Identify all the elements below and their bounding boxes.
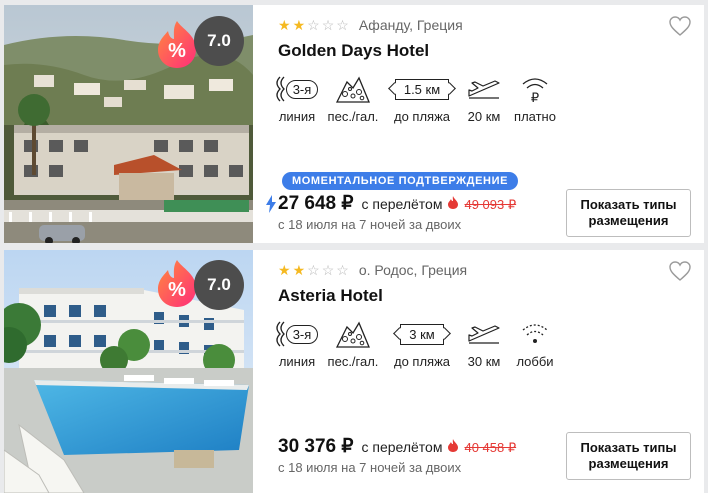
- amenity-line: 3-я линия: [274, 73, 320, 124]
- line-value: 3-я: [285, 324, 319, 344]
- amenity-label: лобби: [516, 354, 554, 369]
- lightning-icon: [266, 195, 276, 213]
- line-value: 3-я: [285, 79, 319, 99]
- beach-distance-value: 1.5 км: [394, 78, 450, 100]
- airplane-icon: [468, 325, 500, 344]
- heart-outline-icon[interactable]: [668, 15, 692, 37]
- beach-distance-value: 3 км: [400, 323, 444, 345]
- star-rating: ★ ★ ☆ ☆ ☆ Афанду, Греция: [278, 17, 463, 33]
- star-full-icon: ★: [278, 262, 291, 278]
- amenity-beach-distance: 1.5 км до пляжа: [386, 73, 458, 124]
- amenity-label: пес./гал.: [327, 109, 379, 124]
- price-row: 30 376 ₽ с перелётом 40 458 ₽: [278, 435, 516, 458]
- amenity-beach-distance: 3 км до пляжа: [386, 318, 458, 369]
- fire-icon: [448, 196, 459, 209]
- instant-confirmation-badge: МОМЕНТАЛЬНОЕ ПОДТВЕРЖДЕНИЕ: [282, 172, 519, 190]
- hotel-location: Афанду, Греция: [358, 17, 463, 33]
- waves-line-icon: [276, 321, 285, 347]
- star-empty-icon: ☆: [307, 262, 320, 278]
- waves-line-icon: [276, 76, 285, 102]
- star-full-icon: ★: [278, 17, 291, 33]
- amenity-wifi: ₽ платно: [510, 73, 560, 124]
- wifi-icon: [522, 324, 548, 343]
- amenity-airport: 20 км: [458, 73, 510, 124]
- star-full-icon: ★: [292, 262, 306, 278]
- pebbles-icon: [335, 76, 370, 103]
- airplane-icon: [468, 80, 500, 99]
- hotel-name[interactable]: Asteria Hotel: [278, 286, 383, 306]
- price-row: 27 648 ₽ с перелётом 49 093 ₽: [266, 192, 517, 215]
- svg-text:%: %: [168, 279, 186, 301]
- hotel-location: о. Родос, Греция: [358, 262, 468, 278]
- hotel-card[interactable]: % 7.0 ★ ★ ☆ ☆ ☆ Афанду, Греция Golden Da…: [4, 5, 704, 243]
- star-empty-icon: ☆: [336, 17, 349, 33]
- rating-badge: 7.0: [194, 260, 244, 310]
- amenity-label: платно: [514, 109, 556, 124]
- heart-outline-icon[interactable]: [668, 260, 692, 282]
- show-room-types-button[interactable]: Показать типы размещения: [566, 189, 691, 237]
- old-price: 49 093 ₽: [464, 197, 517, 212]
- hotel-card[interactable]: % 7.0 ★ ★ ☆ ☆ ☆ о. Родос, Греция Asteria…: [4, 250, 704, 493]
- amenity-label: линия: [278, 354, 316, 369]
- old-price: 40 458 ₽: [464, 440, 517, 455]
- amenity-label: до пляжа: [393, 354, 451, 369]
- amenity-beach-type: пес./гал.: [320, 318, 386, 369]
- star-empty-icon: ☆: [321, 262, 335, 278]
- show-room-types-button[interactable]: Показать типы размещения: [566, 432, 691, 480]
- svg-text:₽: ₽: [531, 90, 539, 103]
- trip-dates: с 18 июля на 7 ночей за двоих: [278, 460, 462, 475]
- rating-badge: 7.0: [194, 16, 244, 66]
- star-empty-icon: ☆: [307, 17, 320, 33]
- star-full-icon: ★: [292, 17, 306, 33]
- wifi-ruble-icon: ₽: [522, 78, 548, 103]
- amenity-label: 20 км: [467, 109, 501, 124]
- amenity-label: линия: [278, 109, 316, 124]
- star-empty-icon: ☆: [321, 17, 335, 33]
- star-empty-icon: ☆: [336, 262, 349, 278]
- hotel-info: ★ ★ ☆ ☆ ☆ о. Родос, Греция Asteria Hotel…: [274, 250, 704, 493]
- fire-icon: [448, 439, 459, 452]
- star-rating: ★ ★ ☆ ☆ ☆ о. Родос, Греция: [278, 262, 467, 278]
- svg-text:%: %: [168, 40, 186, 62]
- amenities-row: 3-я линия пес./гал. 3 км до пляжа 30 км …: [274, 318, 560, 369]
- amenity-airport: 30 км: [458, 318, 510, 369]
- price: 30 376 ₽: [278, 436, 354, 457]
- hotel-info: ★ ★ ☆ ☆ ☆ Афанду, Греция Golden Days Hot…: [266, 5, 704, 243]
- trip-dates: с 18 июля на 7 ночей за двоих: [278, 217, 462, 232]
- price: 27 648 ₽: [278, 193, 354, 214]
- amenity-label: пес./гал.: [327, 354, 379, 369]
- amenity-label: до пляжа: [393, 109, 451, 124]
- amenity-label: 30 км: [467, 354, 501, 369]
- price-note: с перелётом: [361, 196, 443, 212]
- amenity-line: 3-я линия: [274, 318, 320, 369]
- amenity-beach-type: пес./гал.: [320, 73, 386, 124]
- amenity-wifi: лобби: [510, 318, 560, 369]
- hotel-name[interactable]: Golden Days Hotel: [278, 41, 429, 61]
- pebbles-icon: [335, 321, 370, 348]
- price-note: с перелётом: [361, 439, 443, 455]
- amenities-row: 3-я линия пес./гал. 1.5 км до пляжа 20 к…: [274, 73, 560, 124]
